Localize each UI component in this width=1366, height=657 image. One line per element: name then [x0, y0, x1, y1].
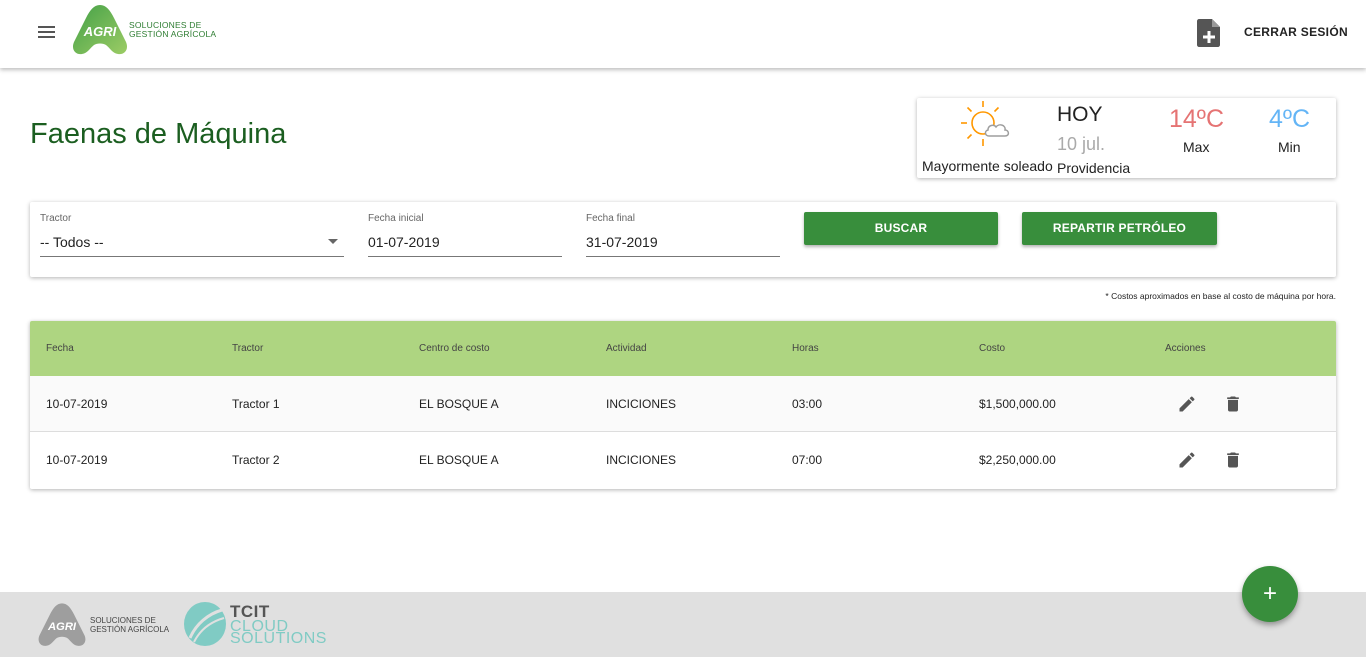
- search-button[interactable]: BUSCAR: [804, 212, 998, 245]
- table-row[interactable]: 10-07-2019 Tractor 2 EL BOSQUE A INCICIO…: [30, 432, 1336, 488]
- cell-horas: 03:00: [792, 397, 823, 411]
- max-label: Max: [1183, 139, 1210, 155]
- header-acciones: Acciones: [1165, 343, 1206, 354]
- min-temperature: 4ºC: [1269, 105, 1311, 133]
- cell-actividad: INCICIONES: [606, 397, 677, 411]
- agri-logo[interactable]: AGRI SOLUCIONES DE GESTIÓN AGRÍCOLA: [70, 2, 216, 58]
- header-actividad[interactable]: Actividad: [606, 343, 647, 354]
- delete-icon[interactable]: [1223, 450, 1243, 470]
- min-label: Min: [1278, 139, 1301, 155]
- cost-note: * Costos aproximados en base al costo de…: [1105, 291, 1336, 301]
- cell-horas: 07:00: [792, 453, 823, 467]
- header-centro-costo[interactable]: Centro de costo: [419, 343, 490, 354]
- weather-city: Providencia: [1057, 160, 1131, 176]
- start-date-label: Fecha inicial: [368, 213, 424, 224]
- logo-tagline: SOLUCIONES DE GESTIÓN AGRÍCOLA: [129, 20, 217, 39]
- cell-actividad: INCICIONES: [606, 453, 677, 467]
- delete-icon[interactable]: [1223, 394, 1243, 414]
- cell-centro-costo: EL BOSQUE A: [419, 397, 499, 411]
- weather-description: Mayormente soleado: [922, 158, 1053, 174]
- cell-fecha: 10-07-2019: [46, 453, 108, 467]
- tractor-select-value: -- Todos --: [40, 234, 104, 250]
- edit-icon[interactable]: [1177, 394, 1197, 414]
- cell-fecha: 10-07-2019: [46, 397, 108, 411]
- start-date-value: 01-07-2019: [368, 234, 440, 250]
- table-header: Fecha Tractor Centro de costo Actividad …: [30, 321, 1336, 376]
- cell-costo: $2,250,000.00: [979, 453, 1056, 467]
- logo-badge-text: AGRI: [83, 24, 117, 39]
- tcit-solutions: SOLUTIONS: [230, 630, 327, 647]
- page-title: Faenas de Máquina: [30, 118, 287, 150]
- tractor-select-label: Tractor: [40, 213, 72, 224]
- dropdown-arrow-icon: [328, 239, 338, 244]
- weather-date: 10 jul.: [1057, 134, 1106, 154]
- hamburger-menu-icon[interactable]: [34, 20, 60, 46]
- filter-panel: Tractor -- Todos -- Fecha inicial 01-07-…: [30, 202, 1336, 277]
- jobs-table: Fecha Tractor Centro de costo Actividad …: [30, 321, 1336, 489]
- tcit-leaf-logo: [182, 600, 228, 648]
- partly-sunny-icon: [959, 98, 1015, 152]
- footer-logo-badge-text: AGRI: [47, 621, 77, 633]
- footer: AGRI SOLUCIONES DE GESTIÓN AGRÍCOLA TCIT…: [0, 592, 1366, 657]
- start-date-field[interactable]: Fecha inicial 01-07-2019: [368, 212, 562, 257]
- agri-logo-mark: AGRI: [72, 5, 128, 55]
- footer-agri-logo: AGRI: [36, 600, 88, 650]
- logout-button[interactable]: CERRAR SESIÓN: [1236, 20, 1356, 44]
- add-button[interactable]: +: [1242, 566, 1298, 622]
- header-tractor[interactable]: Tractor: [232, 343, 263, 354]
- end-date-value: 31-07-2019: [586, 234, 658, 250]
- weather-day: HOY: [1057, 103, 1103, 126]
- end-date-label: Fecha final: [586, 213, 635, 224]
- weather-card: Mayormente soleado HOY 10 jul. Providenc…: [917, 98, 1336, 178]
- cell-centro-costo: EL BOSQUE A: [419, 453, 499, 467]
- top-app-bar: AGRI SOLUCIONES DE GESTIÓN AGRÍCOLA CERR…: [0, 0, 1366, 68]
- header-fecha[interactable]: Fecha: [46, 343, 74, 354]
- header-horas[interactable]: Horas: [792, 343, 819, 354]
- max-temperature: 14ºC: [1169, 105, 1224, 133]
- tractor-select[interactable]: Tractor -- Todos --: [40, 212, 344, 257]
- cell-tractor: Tractor 1: [232, 397, 280, 411]
- cell-tractor: Tractor 2: [232, 453, 280, 467]
- header-costo[interactable]: Costo: [979, 343, 1005, 354]
- end-date-field[interactable]: Fecha final 31-07-2019: [586, 212, 780, 257]
- table-row[interactable]: 10-07-2019 Tractor 1 EL BOSQUE A INCICIO…: [30, 376, 1336, 432]
- cell-costo: $1,500,000.00: [979, 397, 1056, 411]
- edit-icon[interactable]: [1177, 450, 1197, 470]
- note-add-icon[interactable]: [1196, 18, 1222, 48]
- footer-agri-tagline: SOLUCIONES DE GESTIÓN AGRÍCOLA: [90, 616, 170, 634]
- distribute-fuel-button[interactable]: REPARTIR PETRÓLEO: [1022, 212, 1217, 245]
